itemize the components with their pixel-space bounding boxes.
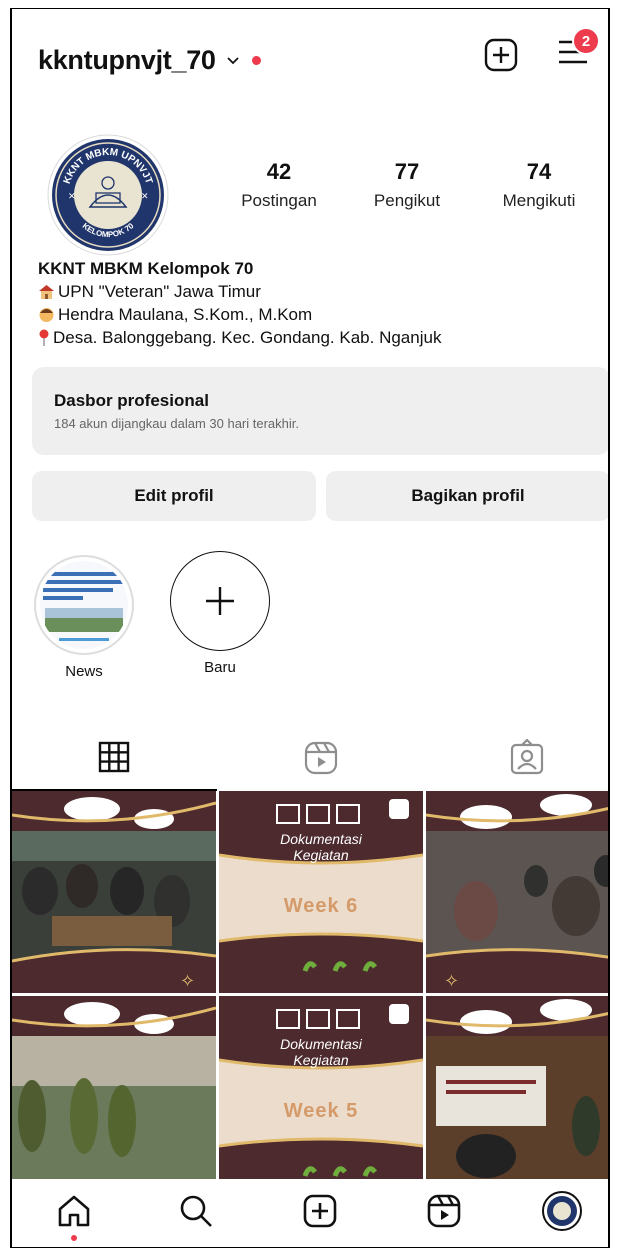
highlight-label: Baru: [204, 659, 236, 676]
search-icon[interactable]: [178, 1193, 214, 1229]
cover-art-icon: [219, 996, 423, 1198]
location-pin-icon: [39, 329, 49, 346]
post-thumbnail[interactable]: Dokumentasi Kegiatan Week 5: [219, 996, 423, 1198]
dashboard-title: Dasbor profesional: [54, 391, 209, 410]
home-icon[interactable]: [56, 1193, 92, 1229]
profile-bio: KKNT MBKM Kelompok 70 UPN "Veteran" Jawa…: [38, 257, 441, 349]
cover-title: Dokumentasi: [280, 1036, 362, 1052]
profile-tabs: [12, 721, 608, 791]
bio-line-university: UPN "Veteran" Jawa Timur: [58, 282, 261, 301]
create-icon[interactable]: [302, 1193, 338, 1229]
stat-value: 74: [526, 159, 552, 184]
create-post-icon[interactable]: [484, 38, 518, 72]
professional-dashboard[interactable]: Dasbor profesional 184 akun dijangkau da…: [32, 367, 608, 455]
grid-icon[interactable]: [98, 741, 130, 773]
stat-value: 42: [266, 159, 292, 184]
post-photo-icon: [12, 996, 216, 1198]
cover-week-label: Week 5: [283, 1100, 359, 1122]
stat-label: Postingan: [241, 191, 317, 210]
notification-badge: 2: [572, 27, 600, 55]
stat-value: 77: [394, 159, 420, 184]
post-photo-icon: ✧: [426, 791, 608, 993]
edit-profile-button[interactable]: Edit profil: [32, 471, 316, 521]
svg-text:✕: ✕: [68, 191, 76, 201]
school-icon: [39, 285, 54, 299]
post-photo-icon: ✧: [12, 791, 216, 993]
post-photo-icon: [426, 996, 608, 1198]
profile-nav-avatar[interactable]: [542, 1191, 582, 1231]
highlight-cover: [34, 555, 134, 655]
cover-title: Dokumentasi: [280, 831, 362, 847]
stat-followers[interactable]: 77 Pengikut: [352, 159, 462, 211]
stat-label: Mengikuti: [502, 191, 576, 210]
cover-subtitle: Kegiatan: [293, 847, 349, 863]
cover-art-icon: [219, 791, 423, 993]
bottom-navigation: [12, 1179, 608, 1247]
reels-nav-icon[interactable]: [426, 1193, 462, 1229]
unread-dot: [251, 56, 261, 65]
app-frame: kkntupnvjt_70 2 KKNT MBKM UPNVJT KELOMPO…: [10, 8, 610, 1248]
bio-line-location: Desa. Balonggebang. Kec. Gondang. Kab. N…: [53, 328, 442, 347]
news-thumbnail-icon: [40, 561, 128, 649]
menu-button[interactable]: 2: [556, 27, 600, 74]
person-icon: [39, 308, 54, 322]
stat-posts[interactable]: 42 Postingan: [224, 159, 334, 211]
new-highlight-circle: [170, 551, 270, 651]
highlight-news[interactable]: News: [34, 555, 134, 680]
svg-text:✧: ✧: [180, 971, 195, 991]
stat-label: Pengikut: [373, 191, 441, 210]
post-thumbnail[interactable]: ✧: [12, 791, 216, 993]
tagged-icon[interactable]: [510, 739, 544, 775]
cover-week-label: Week 6: [283, 895, 359, 917]
username: kkntupnvjt_70: [38, 45, 216, 75]
svg-text:✕: ✕: [141, 191, 149, 201]
new-highlight-button[interactable]: Baru: [170, 551, 270, 676]
home-active-dot: [71, 1235, 77, 1241]
post-thumbnail[interactable]: ✧: [426, 791, 608, 993]
bio-line-supervisor: Hendra Maulana, S.Kom., M.Kom: [58, 305, 313, 324]
stat-following[interactable]: 74 Mengikuti: [484, 159, 594, 211]
post-thumbnail[interactable]: [426, 996, 608, 1198]
highlight-label: News: [65, 663, 103, 680]
dashboard-subtitle: 184 akun dijangkau dalam 30 hari terakhi…: [54, 416, 299, 431]
account-switcher[interactable]: kkntupnvjt_70: [38, 45, 261, 76]
cover-subtitle: Kegiatan: [293, 1052, 349, 1068]
profile-avatar[interactable]: KKNT MBKM UPNVJT KELOMPOK 70 ✕ ✕: [46, 133, 170, 257]
post-grid: ✧ Dokumentasi Kegiatan Week 6 ✧ Dokument…: [12, 791, 608, 1198]
plus-icon: [206, 587, 234, 615]
post-thumbnail[interactable]: [12, 996, 216, 1198]
chevron-down-icon: [227, 56, 239, 64]
share-profile-button[interactable]: Bagikan profil: [326, 471, 608, 521]
profile-name: KKNT MBKM Kelompok 70: [38, 259, 254, 278]
post-thumbnail[interactable]: Dokumentasi Kegiatan Week 6: [219, 791, 423, 993]
svg-text:✧: ✧: [444, 971, 459, 991]
reels-icon[interactable]: [304, 741, 338, 775]
